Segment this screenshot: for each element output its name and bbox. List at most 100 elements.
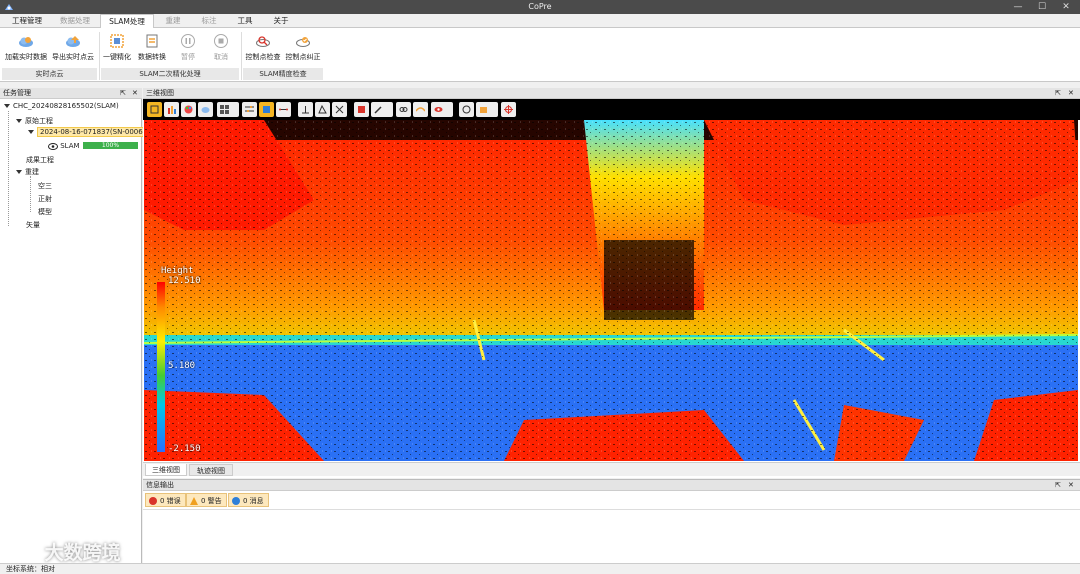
legend-title: Height — [161, 266, 194, 276]
tree-result-project[interactable]: 成果工程 — [26, 155, 54, 165]
watermark-text: 大数跨境 — [44, 542, 121, 564]
box-icon — [480, 107, 487, 113]
tree-project-label: CHC_20240828165502(SLAM) — [13, 102, 119, 110]
box-dropdown[interactable] — [476, 102, 498, 117]
menu-rebuild[interactable]: 重建 — [160, 14, 186, 28]
pin-icon[interactable]: ⇱ — [120, 88, 126, 99]
menu-project[interactable]: 工程管理 — [8, 14, 46, 28]
palette-icon — [184, 105, 193, 114]
settings-button[interactable] — [242, 102, 257, 117]
tree-rebuild-label: 重建 — [25, 168, 39, 176]
measure-distance-button[interactable] — [276, 102, 291, 117]
minimize-button[interactable]: — — [1006, 1, 1030, 13]
sliders-icon — [245, 106, 254, 112]
warnings-filter-button[interactable]: 0 警告 — [186, 493, 227, 507]
tree-vector[interactable]: 矢量 — [26, 220, 40, 230]
export-realtime-label: 导出实时点云 — [52, 53, 94, 61]
tree-raw-project[interactable]: 原始工程 — [16, 116, 53, 126]
tree-guide — [8, 111, 9, 226]
watermark: 大数跨境 — [8, 538, 121, 564]
menu-data-processing[interactable]: 数据处理 — [56, 14, 94, 28]
ribbon-separator — [241, 32, 242, 80]
measure-angle-button[interactable] — [332, 102, 347, 117]
tree-slam[interactable]: SLAM — [48, 142, 80, 150]
errors-count: 0 错误 — [160, 497, 181, 505]
close-panel-icon[interactable]: ✕ — [132, 88, 138, 99]
load-realtime-button[interactable]: 加载实时数据 — [3, 31, 49, 67]
checkpoint-correct-button[interactable]: 控制点纠正 — [284, 31, 322, 67]
tree-dataset-label: 2024-08-16-071837(SN-0006) — [37, 127, 149, 137]
cloud-display-button[interactable] — [198, 102, 213, 117]
view3d-header: 三维视图 ⇱ ✕ — [143, 88, 1080, 99]
maximize-button[interactable]: ☐ — [1030, 1, 1054, 13]
height-color-button[interactable] — [164, 102, 179, 117]
one-click-refine-label: 一键精化 — [103, 53, 131, 61]
data-convert-button[interactable]: 数据转换 — [136, 31, 168, 67]
expand-icon[interactable] — [4, 104, 10, 108]
close-panel-icon[interactable]: ✕ — [1068, 88, 1074, 99]
tab-trajectory-view[interactable]: 轨迹视图 — [189, 464, 233, 476]
cancel-button[interactable]: 取消 — [206, 31, 236, 67]
measure-area-button[interactable] — [315, 102, 330, 117]
visibility-dropdown[interactable] — [431, 102, 453, 117]
tree-rebuild[interactable]: 重建 — [16, 167, 39, 177]
errors-filter-button[interactable]: 0 错误 — [145, 493, 186, 507]
refine-icon — [110, 34, 124, 48]
checkpoint-correct-label: 控制点纠正 — [285, 53, 321, 61]
color-mode-button[interactable] — [181, 102, 196, 117]
refresh-button[interactable] — [459, 102, 474, 117]
grid-icon — [220, 105, 229, 114]
window-title: CoPre — [528, 2, 552, 11]
pause-button[interactable]: 暂停 — [174, 31, 202, 67]
close-panel-icon[interactable]: ✕ — [1068, 480, 1074, 491]
export-realtime-button[interactable]: 导出实时点云 — [51, 31, 95, 67]
warning-icon — [190, 497, 198, 505]
expand-icon[interactable] — [28, 130, 34, 134]
link-button[interactable] — [396, 102, 411, 117]
point-cloud-view[interactable] — [144, 120, 1078, 461]
layer-button[interactable] — [259, 102, 274, 117]
expand-icon[interactable] — [16, 119, 22, 123]
menu-tools[interactable]: 工具 — [232, 14, 258, 28]
expand-icon[interactable] — [16, 170, 22, 174]
menu-slam[interactable]: SLAM处理 — [100, 14, 154, 29]
tree-model[interactable]: 模型 — [38, 207, 52, 217]
draw-dropdown[interactable] — [371, 102, 393, 117]
track-icon — [416, 107, 425, 112]
tree-ortho[interactable]: 正射 — [38, 194, 52, 204]
task-panel: 任务管理 ⇱ ✕ — [0, 88, 142, 563]
eye-icon[interactable] — [48, 142, 58, 150]
messages-count: 0 消息 — [243, 497, 264, 505]
checkpoint-check-button[interactable]: 控制点检查 — [244, 31, 282, 67]
watermark-logo-icon — [10, 545, 36, 562]
pause-label: 暂停 — [181, 53, 195, 61]
info-log-area[interactable] — [143, 509, 1080, 564]
tab-3d-view[interactable]: 三维视图 — [145, 464, 187, 476]
legend-max: 12.510 — [168, 276, 201, 286]
legend-min: -2.150 — [168, 444, 201, 454]
pin-icon[interactable]: ⇱ — [1055, 88, 1061, 99]
menu-annotate[interactable]: 标注 — [196, 14, 222, 28]
angle-icon — [335, 105, 344, 114]
track-button[interactable] — [413, 102, 428, 117]
select-tool-button[interactable] — [147, 102, 162, 117]
tree-project[interactable]: CHC_20240828165502(SLAM) — [4, 102, 119, 110]
checkpoint-correct-icon — [296, 37, 310, 47]
data-convert-icon — [146, 34, 158, 48]
measure-height-button[interactable] — [298, 102, 313, 117]
info-panel-title: 信息输出 — [146, 481, 174, 489]
pin-icon[interactable]: ⇱ — [1055, 480, 1061, 491]
close-window-button[interactable]: ✕ — [1054, 1, 1078, 13]
locate-button[interactable] — [501, 102, 516, 117]
refresh-icon — [462, 105, 471, 114]
tree-dataset[interactable]: 2024-08-16-071837(SN-0006) — [28, 127, 149, 137]
clip-button[interactable] — [354, 102, 369, 117]
height-legend-bar — [157, 282, 165, 452]
eye-icon — [434, 107, 443, 112]
one-click-refine-button[interactable]: 一键精化 — [102, 31, 132, 67]
messages-filter-button[interactable]: 0 消息 — [228, 493, 269, 507]
tree-aerial[interactable]: 空三 — [38, 181, 52, 191]
select-icon — [150, 105, 159, 114]
menu-about[interactable]: 关于 — [268, 14, 294, 28]
view-grid-dropdown[interactable] — [217, 102, 239, 117]
